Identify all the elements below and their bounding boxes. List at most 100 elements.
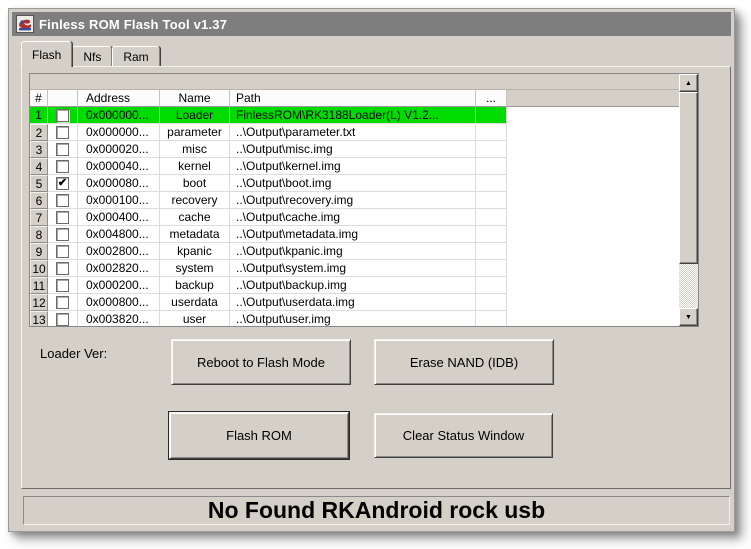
- header-dots: ...: [476, 90, 507, 107]
- name-cell: boot: [160, 175, 230, 192]
- table-fixed-strip: [30, 74, 679, 90]
- address-cell: 0x002820...: [78, 260, 160, 277]
- header-checkbox: [48, 90, 78, 107]
- title-bar[interactable]: Finless ROM Flash Tool v1.37: [12, 12, 731, 36]
- name-cell: parameter: [160, 124, 230, 141]
- path-cell: ..\Output\system.img: [230, 260, 476, 277]
- checkbox-cell: [48, 243, 78, 260]
- row-checkbox[interactable]: [56, 244, 69, 258]
- row-number-cell: 2: [30, 124, 48, 141]
- name-cell: user: [160, 311, 230, 326]
- loader-ver-label: Loader Ver:: [40, 346, 108, 361]
- checkbox-cell: [48, 226, 78, 243]
- checkbox-cell: [48, 209, 78, 226]
- table-row[interactable]: 6 0x000100... recovery ..\Output\recovery.i…: [30, 192, 679, 209]
- name-cell: cache: [160, 209, 230, 226]
- table-row[interactable]: 4 0x000040... kernel ..\Output\kernel.img: [30, 158, 679, 175]
- dots-cell: [476, 277, 507, 294]
- checkbox-cell: [48, 294, 78, 311]
- address-cell: 0x000100...: [78, 192, 160, 209]
- address-cell: 0x000000...: [78, 107, 160, 124]
- table-row[interactable]: 5 ✔ 0x000080... boot ..\Output\boot.img: [30, 175, 679, 192]
- row-checkbox-checked[interactable]: ✔: [56, 176, 69, 190]
- row-number-cell: 4: [30, 158, 48, 175]
- path-cell: FinlessROM\RK3188Loader(L) V1.2...: [230, 107, 476, 124]
- row-checkbox[interactable]: [56, 142, 69, 156]
- reboot-to-flash-mode-button[interactable]: Reboot to Flash Mode: [171, 339, 351, 385]
- path-cell: ..\Output\boot.img: [230, 175, 476, 192]
- table-header-row: # Address Name Path ...: [30, 90, 679, 107]
- dots-cell: [476, 192, 507, 209]
- address-cell: 0x000200...: [78, 277, 160, 294]
- name-cell: metadata: [160, 226, 230, 243]
- name-cell: backup: [160, 277, 230, 294]
- grid-body: 1 0x000000... Loader FinlessROM\RK3188Loade…: [30, 107, 679, 326]
- address-cell: 0x000800...: [78, 294, 160, 311]
- row-checkbox[interactable]: [56, 159, 69, 173]
- status-message: No Found RKAndroid rock usb: [207, 497, 546, 523]
- row-checkbox[interactable]: [56, 125, 69, 139]
- row-number-cell: 5: [30, 175, 48, 192]
- name-cell: misc: [160, 141, 230, 158]
- name-cell: Loader: [160, 107, 230, 124]
- clear-status-window-button[interactable]: Clear Status Window: [374, 413, 553, 458]
- table-row[interactable]: 11 0x000200... backup ..\Output\backup.img: [30, 277, 679, 294]
- dots-cell: [476, 107, 507, 124]
- row-checkbox[interactable]: [56, 193, 69, 207]
- table-row[interactable]: 9 0x002800... kpanic ..\Output\kpanic.img: [30, 243, 679, 260]
- checkbox-cell: [48, 277, 78, 294]
- flash-rom-button[interactable]: Flash ROM: [168, 411, 350, 460]
- path-cell: ..\Output\misc.img: [230, 141, 476, 158]
- vertical-scrollbar[interactable]: ▲ ▼: [679, 74, 698, 326]
- table-row[interactable]: 2 0x000000... parameter ..\Output\parameter…: [30, 124, 679, 141]
- path-cell: ..\Output\recovery.img: [230, 192, 476, 209]
- row-checkbox[interactable]: [56, 295, 69, 309]
- path-cell: ..\Output\parameter.txt: [230, 124, 476, 141]
- erase-nand-idb-button[interactable]: Erase NAND (IDB): [374, 339, 554, 385]
- scroll-up-button[interactable]: ▲: [679, 74, 698, 92]
- row-number-cell: 13: [30, 311, 48, 326]
- table-row[interactable]: 8 0x004800... metadata ..\Output\metadata.i…: [30, 226, 679, 243]
- checkbox-cell: ✔: [48, 175, 78, 192]
- table-row[interactable]: 13 0x003820... user ..\Output\user.img: [30, 311, 679, 326]
- row-checkbox[interactable]: [56, 312, 69, 326]
- tab-ram[interactable]: Ram: [112, 46, 160, 67]
- partition-table[interactable]: # Address Name Path ... 1 0x000000... Load…: [29, 73, 699, 327]
- dots-cell: [476, 209, 507, 226]
- table-row[interactable]: 3 0x000020... misc ..\Output\misc.img: [30, 141, 679, 158]
- path-cell: ..\Output\kpanic.img: [230, 243, 476, 260]
- tab-flash[interactable]: Flash: [21, 41, 73, 67]
- dots-cell: [476, 141, 507, 158]
- table-row[interactable]: 10 0x002820... system ..\Output\system.img: [30, 260, 679, 277]
- scroll-down-button[interactable]: ▼: [679, 308, 698, 326]
- row-number-cell: 6: [30, 192, 48, 209]
- address-cell: 0x000400...: [78, 209, 160, 226]
- name-cell: system: [160, 260, 230, 277]
- window-title: Finless ROM Flash Tool v1.37: [39, 16, 228, 32]
- row-number-cell: 9: [30, 243, 48, 260]
- scrollbar-thumb[interactable]: [679, 92, 698, 264]
- row-number-cell: 3: [30, 141, 48, 158]
- path-cell: ..\Output\cache.img: [230, 209, 476, 226]
- header-number: #: [30, 90, 48, 107]
- row-checkbox[interactable]: [56, 278, 69, 292]
- dots-cell: [476, 175, 507, 192]
- table-row[interactable]: 7 0x000400... cache ..\Output\cache.img: [30, 209, 679, 226]
- table-row[interactable]: 12 0x000800... userdata ..\Output\userdata.…: [30, 294, 679, 311]
- tab-page-flash: # Address Name Path ... 1 0x000000... Load…: [21, 66, 731, 489]
- scrollbar-track[interactable]: [679, 264, 698, 308]
- dots-cell: [476, 243, 507, 260]
- path-cell: ..\Output\userdata.img: [230, 294, 476, 311]
- checkbox-cell: [48, 124, 78, 141]
- header-name: Name: [160, 90, 230, 107]
- dots-cell: [476, 294, 507, 311]
- name-cell: kernel: [160, 158, 230, 175]
- row-checkbox[interactable]: [56, 210, 69, 224]
- header-filler: [507, 90, 679, 107]
- row-checkbox[interactable]: [56, 261, 69, 275]
- table-row[interactable]: 1 0x000000... Loader FinlessROM\RK3188Loade…: [30, 107, 679, 124]
- row-checkbox[interactable]: [56, 227, 69, 241]
- row-number-cell: 7: [30, 209, 48, 226]
- tab-nfs[interactable]: Nfs: [72, 46, 113, 67]
- row-checkbox[interactable]: [56, 108, 69, 122]
